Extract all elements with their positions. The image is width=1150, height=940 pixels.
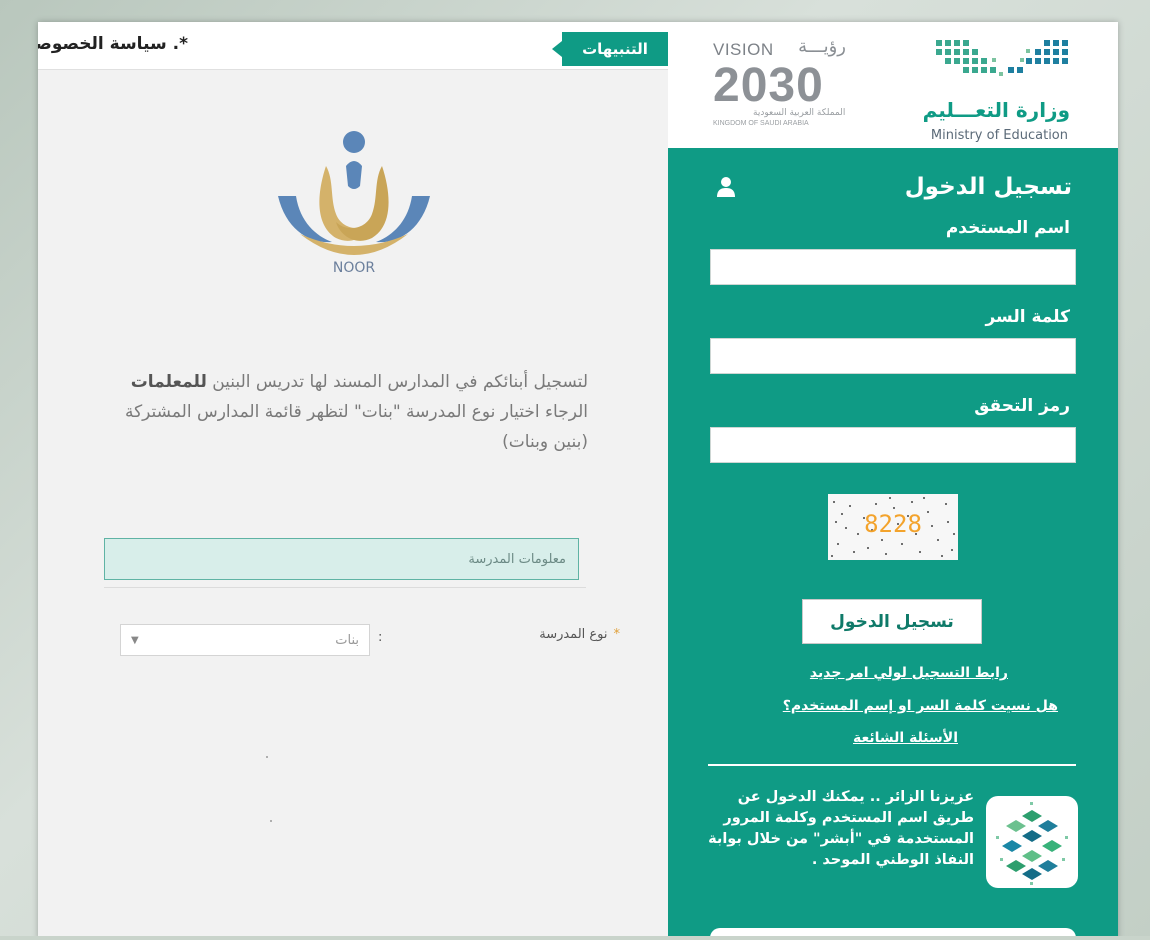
vision-year: 2030	[713, 59, 824, 112]
intro-line-2: الرجاء اختيار نوع المدرسة "بنات" لتظهر ق…	[124, 402, 588, 452]
captcha-input[interactable]	[710, 427, 1076, 463]
username-input[interactable]	[710, 249, 1076, 285]
school-type-select[interactable]: بنات ▼	[120, 624, 370, 656]
school-type-colon: :	[378, 630, 383, 645]
ministry-dots-icon	[936, 40, 1068, 76]
noor-logo-icon: NOOR	[278, 131, 430, 276]
username-label: اسم المستخدم	[945, 218, 1070, 238]
noor-label: NOOR	[333, 260, 376, 276]
login-title: تسجيل الدخول	[904, 174, 1072, 200]
captcha-label: رمز التحقق	[974, 396, 1070, 416]
forgot-credentials-link[interactable]: هل نسيت كلمة السر او إسم المستخدم؟	[783, 698, 1058, 714]
school-info-header: معلومات المدرسة	[104, 538, 579, 580]
loading-dot	[266, 756, 268, 758]
school-type-selected: بنات	[335, 632, 359, 648]
captcha-image[interactable]: 8228	[828, 494, 958, 560]
registration-info-text: لتسجيل أبنائكم في المدارس المسند لها تدر…	[108, 367, 588, 457]
ministry-name-ar: وزارة التعـــليم	[922, 98, 1070, 122]
new-parent-link[interactable]: رابط التسجيل لولي امر جديد	[810, 665, 1008, 681]
brand-header: وزارة التعـــليم Ministry of Education V…	[668, 22, 1118, 148]
intro-bold: للمعلمات	[130, 372, 207, 392]
password-label: كلمة السر	[985, 307, 1070, 327]
vision-word: VISION	[713, 40, 774, 59]
notifications-tab[interactable]: التنبيهات	[552, 32, 668, 66]
school-type-label: * نوع المدرسة	[539, 627, 620, 642]
login-panel: وزارة التعـــليم Ministry of Education V…	[668, 22, 1118, 940]
captcha-code: 8228	[864, 510, 922, 538]
section-divider	[104, 587, 586, 588]
school-info-title: معلومات المدرسة	[468, 551, 566, 567]
chevron-down-icon: ▼	[131, 634, 139, 646]
faq-link[interactable]: الأسئلة الشائعة	[853, 730, 958, 746]
nafath-logo-icon	[996, 802, 1068, 885]
vision-country-ar: المملكة العربية السعودية	[753, 108, 846, 118]
notifications-ticker[interactable]: *. سياسة الخصوصية	[38, 34, 188, 54]
school-type-label-text: نوع المدرسة	[539, 627, 608, 642]
vision-word-ar: رؤيـــة	[798, 36, 846, 57]
vision-country-en: KINGDOM OF SAUDI ARABIA	[713, 120, 809, 127]
panel-divider	[708, 764, 1076, 766]
loading-dot	[270, 820, 272, 822]
login-button[interactable]: تسجيل الدخول	[802, 599, 982, 644]
nafath-message: عزيزنا الزائر .. يمكنك الدخول عن طريق اس…	[708, 789, 974, 868]
page-bottom-edge	[0, 936, 1150, 940]
user-icon	[717, 177, 735, 197]
browser-page: التنبيهات *. سياسة الخصوصية NOOR لتسجيل …	[38, 22, 1118, 940]
password-input[interactable]	[710, 338, 1076, 374]
vision-2030-logo: VISION رؤيـــة 2030 المملكة العربية السع…	[713, 36, 848, 132]
notifications-bar: التنبيهات *. سياسة الخصوصية	[38, 22, 668, 70]
ministry-logo: وزارة التعـــليم Ministry of Education	[923, 36, 1070, 143]
ministry-name-en: Ministry of Education	[930, 128, 1068, 143]
nafath-icon[interactable]	[986, 796, 1078, 888]
intro-line-1: لتسجيل أبنائكم في المدارس المسند لها تدر…	[212, 372, 588, 392]
required-star-icon: *	[613, 627, 621, 642]
